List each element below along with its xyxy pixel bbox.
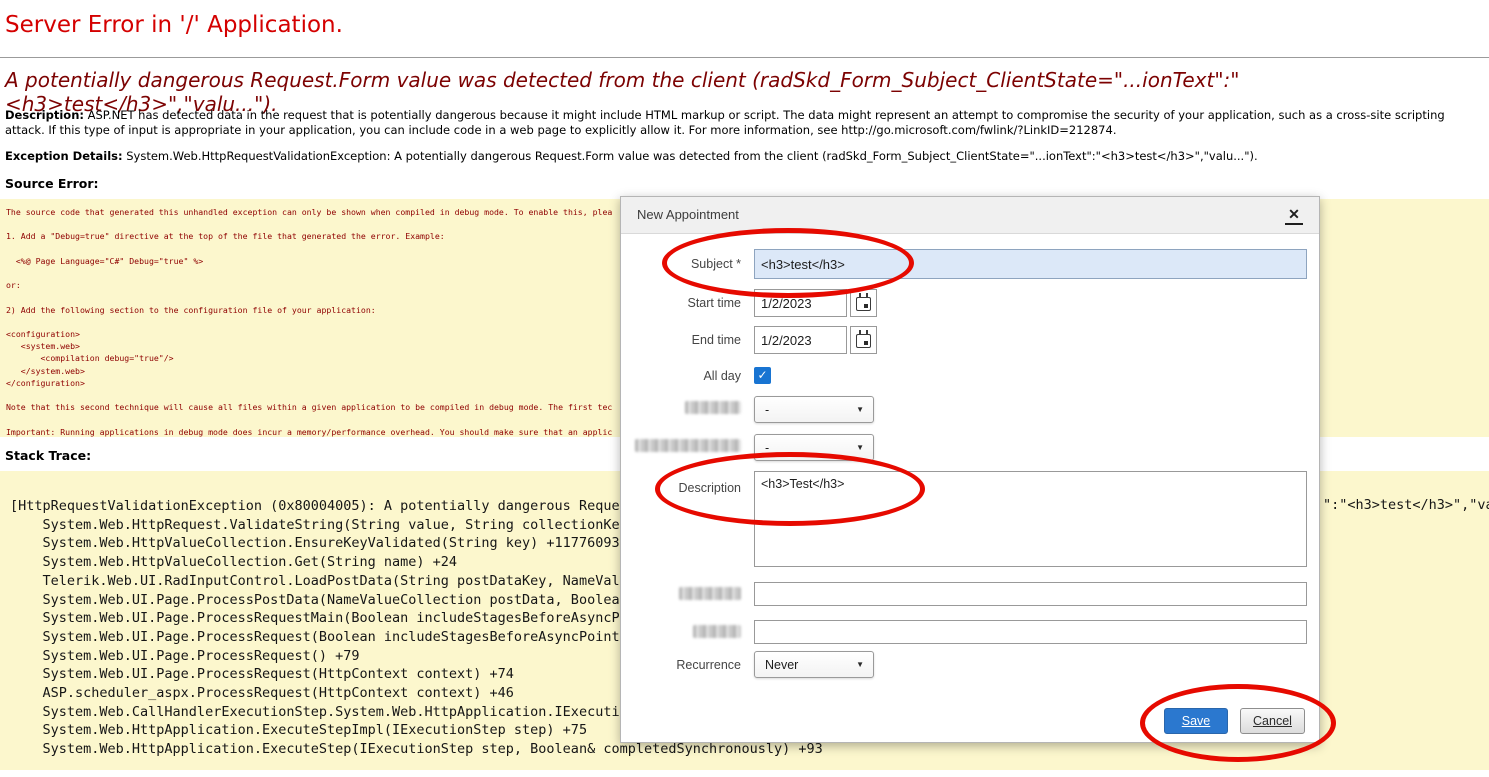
subject-input[interactable] [754,249,1307,279]
start-time-label: Start time [687,296,742,310]
redacted-text-input-2[interactable] [754,620,1307,644]
browser-viewport: Server Error in '/' Application. A poten… [0,0,1489,777]
page-title: Server Error in '/' Application. [5,12,343,38]
all-day-checkbox[interactable]: ✓ [754,367,771,384]
redacted-label [635,439,741,452]
exception-details-label: Exception Details: [5,149,123,163]
description-textarea[interactable]: <h3>Test</h3> [754,471,1307,567]
description-text: ASP.NET has detected data in the request… [5,108,1445,137]
chevron-down-icon: ▼ [856,405,864,414]
exception-paragraph: Exception Details: System.Web.HttpReques… [5,149,1483,164]
redacted-label [679,587,741,600]
description-label: Description: [5,108,84,122]
start-time-input[interactable] [754,289,847,317]
recurrence-dropdown[interactable]: Never ▼ [754,651,874,678]
dropdown-value: - [765,441,770,455]
all-day-label: All day [703,369,741,383]
redacted-label [693,625,741,638]
save-button[interactable]: Save [1164,708,1228,734]
chevron-down-icon: ▼ [856,443,864,452]
new-appointment-dialog: New Appointment ✕ Subject * Start time E… [620,196,1320,743]
dialog-title: New Appointment [637,207,739,222]
calendar-icon [856,293,871,311]
cancel-button[interactable]: Cancel [1240,708,1305,734]
start-time-calendar-button[interactable] [850,289,877,317]
chevron-down-icon: ▼ [856,660,864,669]
description-paragraph: Description: ASP.NET has detected data i… [5,108,1483,138]
dropdown-value: Never [765,658,799,672]
recurrence-label: Recurrence [676,658,741,672]
description-field-label: Description [678,481,741,495]
subject-label: Subject * [690,257,741,271]
stack-trace-heading: Stack Trace: [5,448,92,463]
dialog-header: New Appointment ✕ [621,197,1319,234]
redacted-text-input-1[interactable] [754,582,1307,606]
redacted-label [685,401,741,414]
exception-details-text: System.Web.HttpRequestValidationExceptio… [122,149,1258,163]
end-time-label: End time [691,333,741,347]
checkmark-icon: ✓ [757,368,768,382]
calendar-icon [856,330,871,348]
redacted-dropdown-2[interactable]: - ▼ [754,434,874,461]
stack-trace-right-fragment: ":"<h3>test</h3>","va [1323,497,1489,513]
source-error-heading: Source Error: [5,176,99,191]
close-icon[interactable]: ✕ [1285,205,1303,225]
horizontal-rule [0,57,1489,58]
dropdown-value: - [765,403,770,417]
end-time-calendar-button[interactable] [850,326,877,354]
redacted-dropdown-1[interactable]: - ▼ [754,396,874,423]
end-time-input[interactable] [754,326,847,354]
